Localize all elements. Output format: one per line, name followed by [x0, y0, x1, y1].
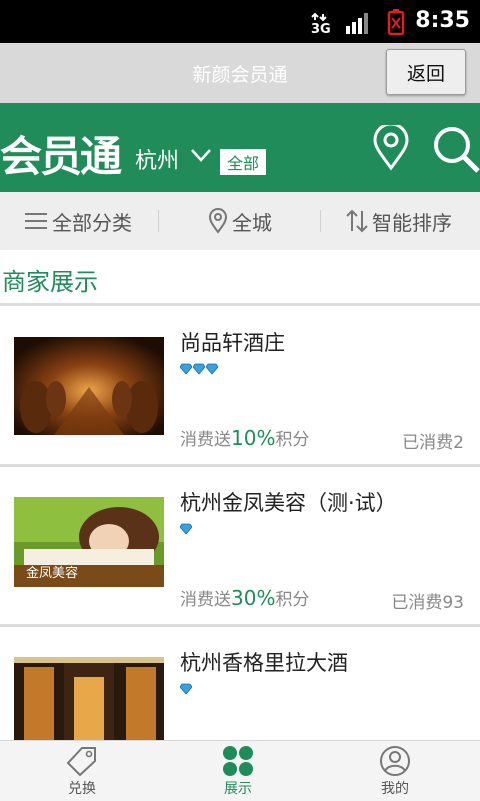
- chevron-down-icon[interactable]: [190, 147, 212, 167]
- points-suffix: 积分: [275, 430, 310, 450]
- filter-category[interactable]: 全部分类: [24, 192, 132, 250]
- points-info: 消费送10%积分: [180, 425, 309, 450]
- merchant-name: 杭州金凤美容（测·试）: [180, 491, 397, 515]
- divider: [0, 303, 480, 306]
- diamond-icon: [180, 363, 192, 375]
- sort-icon: [346, 209, 368, 233]
- merchant-thumbnail: [14, 337, 164, 435]
- section-title: 商家展示: [2, 268, 98, 296]
- rating-gems: [180, 683, 193, 695]
- city-selector[interactable]: 杭州: [135, 143, 179, 175]
- tab-label: 我的: [381, 781, 409, 797]
- status-bar: 3G 8:35: [0, 0, 480, 43]
- back-button[interactable]: 返回: [386, 49, 466, 95]
- diamond-icon: [206, 363, 218, 375]
- merchant-thumbnail: 金凤美容: [14, 497, 164, 595]
- filter-area[interactable]: 全城: [208, 192, 272, 250]
- merchant-name: 杭州香格里拉大酒: [180, 651, 348, 675]
- spent-count: 已消费93: [391, 593, 464, 613]
- points-info: 消费送30%积分: [180, 585, 309, 610]
- battery-icon: [387, 9, 405, 39]
- filter-category-label: 全部分类: [52, 210, 132, 235]
- points-prefix: 消费送: [180, 590, 231, 610]
- bottom-tab-bar: 兑换 展示 我的: [0, 740, 480, 801]
- search-icon[interactable]: [432, 125, 480, 177]
- rating-gems: [180, 523, 193, 535]
- merchant-card[interactable]: 金凤美容 杭州金凤美容（测·试） 消费送30%积分 已消费93: [0, 467, 480, 624]
- menu-icon: [25, 213, 47, 229]
- diamond-icon: [180, 523, 192, 535]
- app-logo: 会员通: [0, 132, 122, 181]
- clock: 8:35: [415, 8, 470, 33]
- location-pin-icon[interactable]: [372, 122, 410, 175]
- filter-sort[interactable]: 智能排序: [346, 192, 452, 250]
- filter-bar: 全部分类 全城 智能排序: [0, 192, 480, 250]
- spent-count: 已消费2: [402, 433, 464, 453]
- scope-selector[interactable]: 全部: [220, 149, 267, 175]
- title-bar: 新颜会员通 返回: [0, 43, 480, 104]
- divider: [158, 210, 159, 232]
- tag-icon: [66, 747, 96, 777]
- tab-label: 兑换: [68, 781, 96, 797]
- network-label: 3G: [311, 22, 331, 37]
- signal-icon: [346, 12, 372, 38]
- merchant-thumbnail: [14, 657, 164, 740]
- diamond-icon: [180, 683, 192, 695]
- brand-bar: 会员通 杭州 全部: [0, 103, 480, 192]
- points-percent: 10%: [231, 426, 276, 450]
- merchant-name: 尚品轩酒庄: [180, 331, 285, 355]
- points-suffix: 积分: [275, 590, 310, 610]
- tab-exchange[interactable]: 兑换: [2, 741, 162, 801]
- merchant-card[interactable]: 杭州香格里拉大酒: [0, 627, 480, 740]
- divider: [320, 210, 321, 232]
- location-pin-icon: [208, 208, 228, 234]
- filter-area-label: 全城: [232, 210, 272, 235]
- thumb-caption: 金凤美容: [26, 565, 78, 581]
- user-icon: [380, 746, 410, 776]
- filter-sort-label: 智能排序: [372, 210, 452, 235]
- points-prefix: 消费送: [180, 430, 231, 450]
- merchant-card[interactable]: 尚品轩酒庄 消费送10%积分 已消费2: [0, 307, 480, 464]
- diamond-icon: [193, 363, 205, 375]
- points-percent: 30%: [231, 586, 276, 610]
- tab-mine[interactable]: 我的: [315, 741, 475, 801]
- rating-gems: [180, 363, 219, 375]
- tab-showcase[interactable]: 展示: [158, 741, 318, 801]
- tab-label: 展示: [224, 781, 252, 797]
- grid-icon: [223, 746, 253, 776]
